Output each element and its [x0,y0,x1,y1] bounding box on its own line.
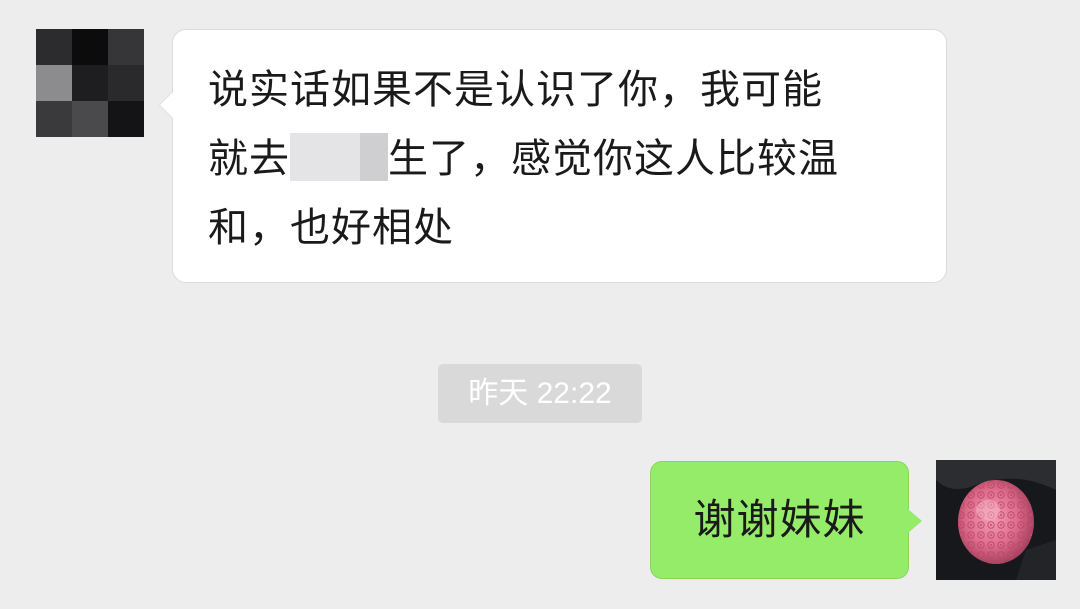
my-avatar[interactable] [936,460,1056,580]
contact-avatar[interactable] [36,29,144,137]
bubble-tail [160,92,173,118]
outgoing-message-text: 谢谢妹妹 [693,495,866,544]
avatar-pixel [108,65,144,101]
avatar-pixel [36,29,72,65]
avatar-pixel [108,29,144,65]
avatar-pixel [108,101,144,137]
avatar-pixel [72,65,108,101]
message-fragment: 生了，感觉你这人比较温 [388,136,839,182]
incoming-message-text: 说实话如果不是认识了你，我可能 就去 生了，感觉你这人比较温 和，也好相处 [208,56,923,263]
redacted-block [290,133,388,181]
message-line: 和，也好相处 [208,205,454,251]
outgoing-message-bubble[interactable]: 谢谢妹妹 [650,461,922,579]
message-line: 就去 生了，感觉你这人比较温 [208,125,923,194]
incoming-message-bubble[interactable]: 说实话如果不是认识了你，我可能 就去 生了，感觉你这人比较温 和，也好相处 [159,29,947,283]
rose-bouquet-avatar-icon [936,460,1056,580]
avatar-pixel [36,65,72,101]
message-line: 说实话如果不是认识了你，我可能 [208,67,823,113]
avatar-pixel [72,29,108,65]
message-fragment: 就去 [208,136,290,182]
chat-area: 说实话如果不是认识了你，我可能 就去 生了，感觉你这人比较温 和，也好相处 昨天 … [0,0,1080,609]
avatar-pixel [72,101,108,137]
timestamp-badge: 昨天 22:22 [438,364,642,423]
avatar-pixel [36,101,72,137]
bubble-tail [908,509,922,533]
